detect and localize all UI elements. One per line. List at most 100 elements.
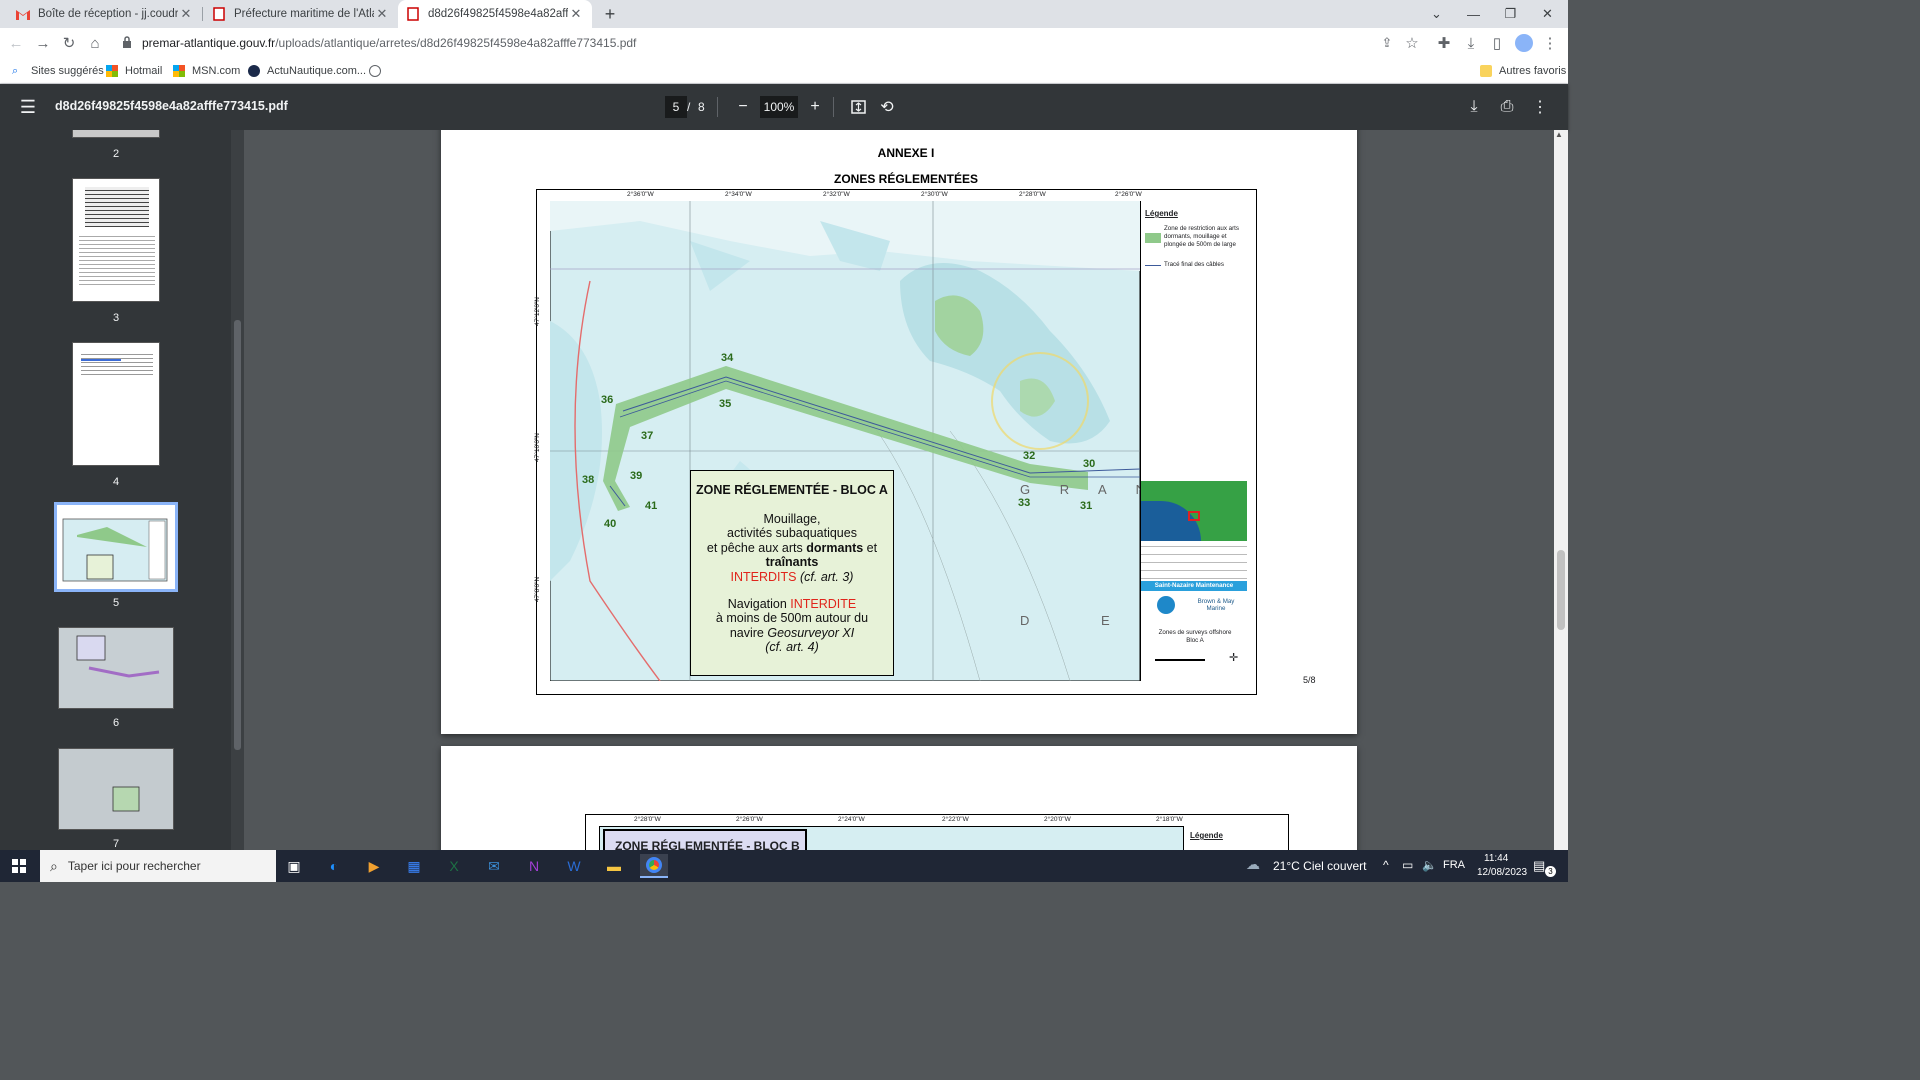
file-explorer-icon[interactable]: ▬ xyxy=(600,854,628,878)
bookmark-sites-suggeres[interactable]: ⌕ Sites suggérés xyxy=(12,62,104,80)
point-label: 31 xyxy=(1080,500,1093,512)
word-icon[interactable]: W xyxy=(560,854,588,878)
bookmark-actunautique[interactable]: ActuNautique.com... xyxy=(248,62,366,80)
point-label: 34 xyxy=(721,352,734,364)
network-icon[interactable]: ▭ xyxy=(1402,858,1413,872)
share-icon[interactable]: ⇪ xyxy=(1377,33,1397,53)
address-bar[interactable]: premar-atlantique.gouv.fr/uploads/atlant… xyxy=(112,31,1426,55)
side-panel-icon[interactable]: ▯ xyxy=(1487,33,1507,53)
thumbnail-page-6[interactable] xyxy=(58,627,174,709)
extensions-icon[interactable]: ✚ xyxy=(1434,33,1454,53)
coord-top: 2°18'0"W xyxy=(1156,816,1183,823)
tab-prefecture[interactable]: Préfecture maritime de l'Atlantiq ✕ xyxy=(204,0,398,28)
language-indicator[interactable]: FRA xyxy=(1443,859,1465,871)
clock-time[interactable]: 11:44 xyxy=(1484,853,1508,864)
pdf-icon xyxy=(406,7,420,21)
zoom-input[interactable]: 100% xyxy=(760,96,798,118)
close-icon[interactable]: ✕ xyxy=(374,6,390,22)
thumbnail-page-2[interactable] xyxy=(72,130,160,138)
weather-text[interactable]: 21°C Ciel couvert xyxy=(1273,859,1367,873)
prefecture-icon xyxy=(212,7,226,21)
thumbnail-label: 7 xyxy=(112,838,120,850)
chrome-icon[interactable] xyxy=(640,854,668,878)
bookmark-hotmail[interactable]: Hotmail xyxy=(106,62,162,80)
page-number-input[interactable]: 5 xyxy=(665,96,687,118)
bookmark-other[interactable]: Autres favoris xyxy=(1480,62,1566,80)
pdf-page-6: 2°28'0"W 2°26'0"W 2°24'0"W 2°22'0"W 2°20… xyxy=(441,746,1357,850)
sidebar-scrollbar[interactable] xyxy=(231,130,244,850)
print-icon[interactable]: ⎙ xyxy=(1496,96,1518,118)
tab-gmail[interactable]: Boîte de réception - jj.coudray@ ✕ xyxy=(8,0,202,28)
thumbnail-page-5[interactable] xyxy=(54,502,178,592)
close-icon[interactable]: ✕ xyxy=(568,6,584,22)
compass-icon: ✛ xyxy=(1229,652,1239,664)
media-icon[interactable]: ▶ xyxy=(360,854,388,878)
zones-title: ZONES RÉGLEMENTÉES xyxy=(833,172,979,186)
tab-search-icon[interactable]: ⌄ xyxy=(1418,0,1455,28)
zone-text: traînants xyxy=(765,555,819,570)
tab-title: Boîte de réception - jj.coudray@ xyxy=(38,8,178,20)
windows-icon xyxy=(106,65,118,77)
volume-icon[interactable]: 🔈 xyxy=(1422,858,1437,872)
close-window-button[interactable]: ✕ xyxy=(1529,0,1566,28)
notification-icon[interactable]: ▤ xyxy=(1533,858,1545,874)
task-view-icon[interactable]: ▣ xyxy=(280,854,308,878)
minimize-button[interactable]: — xyxy=(1455,0,1492,28)
point-label: 41 xyxy=(645,500,658,512)
rotate-icon[interactable]: ⟲ xyxy=(876,96,898,118)
coord-top: 2°22'0"W xyxy=(942,816,969,823)
coord-top: 2°28'0"W xyxy=(634,816,661,823)
clock-date[interactable]: 12/08/2023 xyxy=(1477,867,1527,878)
windows-start-icon[interactable] xyxy=(5,854,33,878)
thumbnail-page-7[interactable] xyxy=(58,748,174,830)
edge-icon[interactable]: ◐ xyxy=(320,854,348,878)
annex-title: ANNEXE I xyxy=(877,146,935,160)
pdf-download-icon[interactable]: ⤓ xyxy=(1463,96,1485,118)
mail-icon[interactable]: ✉ xyxy=(480,854,508,878)
zone-text: Mouillage, xyxy=(763,511,821,526)
point-label: 32 xyxy=(1023,450,1036,462)
thumbnail-page-3[interactable] xyxy=(72,178,160,302)
back-icon[interactable]: ← xyxy=(6,33,26,53)
restore-button[interactable]: ❐ xyxy=(1492,0,1529,28)
bookmark-globe[interactable] xyxy=(369,62,388,80)
bookmark-msn[interactable]: MSN.com xyxy=(173,62,240,80)
menu-icon[interactable]: ⋮ xyxy=(1540,33,1560,53)
company-logo xyxy=(1157,596,1175,614)
forward-icon[interactable]: → xyxy=(33,33,53,53)
bookmark-star-icon[interactable]: ☆ xyxy=(1402,33,1422,53)
windows-icon xyxy=(173,65,185,77)
legend-title: Légende xyxy=(1190,831,1223,840)
zoom-out-icon[interactable]: − xyxy=(732,96,754,118)
thumbnail-label: 5 xyxy=(112,597,120,609)
new-tab-button[interactable]: + xyxy=(596,0,624,28)
tray-chevron-icon[interactable]: ^ xyxy=(1383,858,1389,872)
pdf-more-icon[interactable]: ⋮ xyxy=(1529,96,1551,118)
sidebar-menu-icon[interactable]: ☰ xyxy=(17,96,39,118)
partner-name: Brown & May Marine xyxy=(1197,598,1235,612)
viewer-scrollbar[interactable]: ▲ xyxy=(1554,130,1568,850)
download-icon[interactable]: ⤓ xyxy=(1461,33,1481,53)
search-placeholder: Taper ici pour rechercher xyxy=(67,859,201,873)
home-icon[interactable]: ⌂ xyxy=(85,33,105,53)
tab-pdf[interactable]: d8d26f49825f4598e4a82afffe773 ✕ xyxy=(398,0,592,28)
fit-page-icon[interactable] xyxy=(847,96,869,118)
avatar[interactable] xyxy=(1514,33,1534,53)
zoom-in-icon[interactable]: + xyxy=(804,96,826,118)
reload-icon[interactable]: ↻ xyxy=(59,33,79,53)
excel-icon[interactable]: X xyxy=(440,854,468,878)
store-icon[interactable]: ▦ xyxy=(400,854,428,878)
zone-text: INTERDITS (cf. art. 3) xyxy=(730,569,854,584)
coord-top: 2°20'0"W xyxy=(1044,816,1071,823)
pdf-filename: d8d26f49825f4598e4a82afffe773415.pdf xyxy=(55,99,288,113)
legend-item: Zone de restriction aux arts dormants, m… xyxy=(1164,225,1239,248)
thumbnail-page-4[interactable] xyxy=(72,342,160,466)
legend-panel: Légende Zone de restriction aux arts dor… xyxy=(1140,201,1247,681)
map-label: G R A N xyxy=(1020,482,1140,497)
onenote-icon[interactable]: N xyxy=(520,854,548,878)
close-icon[interactable]: ✕ xyxy=(178,6,194,22)
coord-top: 2°34'0"W xyxy=(725,191,752,198)
point-label: 33 xyxy=(1018,497,1031,509)
coord-top: 2°28'0"W xyxy=(1019,191,1046,198)
taskbar-search-box[interactable]: ⌕ Taper ici pour rechercher xyxy=(40,850,276,882)
